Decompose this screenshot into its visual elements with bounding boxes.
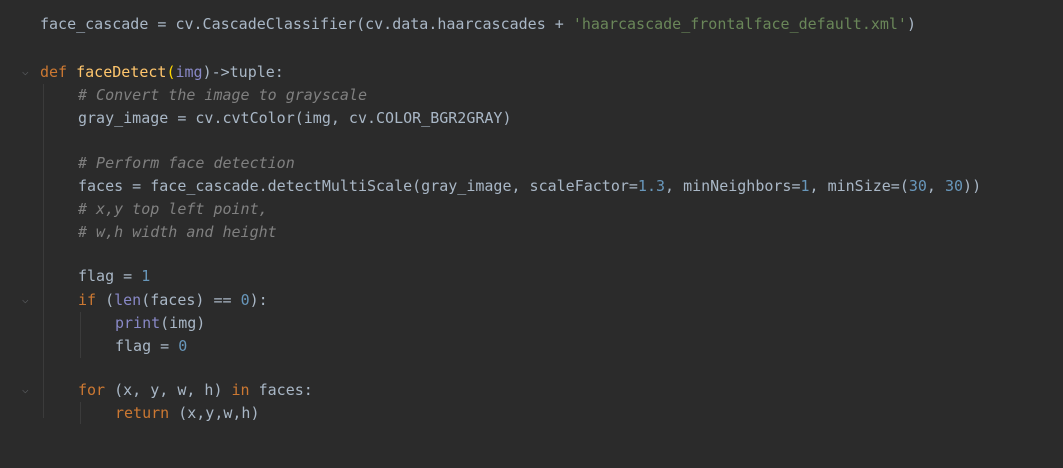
code-token: gray_image = cv.cvtColor(img, cv.COLOR_B… [78,109,512,127]
code-token: (faces) == [141,291,241,309]
code-token: ): [249,291,268,309]
code-line[interactable]: # Perform face detection [0,152,1063,174]
comment: # Convert the image to grayscale [78,86,367,104]
code-token: (x,y,w,h) [169,404,260,422]
code-token: )->tuple: [202,63,284,81]
code-token: flag = [115,337,179,355]
code-token: faces = face_cascade.detectMultiScale(gr… [78,177,638,195]
keyword: for [78,381,106,399]
code-line[interactable]: ⌵ for (x, y, w, h) in faces: [0,379,1063,401]
code-line[interactable]: ⌵ def faceDetect(img)->tuple: [0,61,1063,83]
number: 1 [141,267,151,285]
code-token: face_cascade = cv.CascadeClassifier(cv.d… [40,15,573,33]
keyword: if [78,291,97,309]
code-token: , minSize=( [809,177,909,195]
number: 1.3 [637,177,666,195]
code-line[interactable]: # w,h width and height [0,221,1063,243]
string-literal: 'haarcascade_frontalface_default.xml' [572,15,907,33]
code-line[interactable]: print(img) [0,312,1063,334]
fold-chevron-icon[interactable]: ⌵ [22,294,32,305]
code-token: , minNeighbors= [665,177,801,195]
code-token: )) [963,177,982,195]
code-token: ) [906,15,916,33]
fold-chevron-icon[interactable]: ⌵ [22,66,32,77]
keyword: def [40,63,68,81]
code-token: faces: [249,381,313,399]
code-line[interactable]: flag = 1 [0,265,1063,287]
code-token: flag = [78,267,142,285]
function-name: faceDetect [76,63,167,81]
number: 0 [240,291,250,309]
code-line[interactable]: ⌵ if (len(faces) == 0): [0,289,1063,311]
builtin: print [115,314,161,332]
code-token: (img) [160,314,206,332]
code-token: ( [96,291,115,309]
indent-guide [43,84,44,418]
comment: # w,h width and height [78,223,277,241]
code-token: , [926,177,945,195]
number: 1 [800,177,810,195]
code-line[interactable]: faces = face_cascade.detectMultiScale(gr… [0,175,1063,197]
parameter: img [175,63,203,81]
keyword: return [115,404,170,422]
code-editor[interactable]: face_cascade = cv.CascadeClassifier(cv.d… [0,0,1063,443]
code-line[interactable]: # Convert the image to grayscale [0,84,1063,106]
code-token: (x, y, w, h) [105,381,232,399]
code-line[interactable]: return (x,y,w,h) [0,402,1063,424]
number: 30 [944,177,964,195]
fold-chevron-icon[interactable]: ⌵ [22,384,32,395]
number: 30 [908,177,927,195]
builtin: len [114,291,142,309]
comment: # x,y top left point, [78,200,268,218]
number: 0 [178,337,188,355]
code-line[interactable]: # x,y top left point, [0,198,1063,220]
code-line[interactable]: gray_image = cv.cvtColor(img, cv.COLOR_B… [0,107,1063,129]
code-line[interactable]: face_cascade = cv.CascadeClassifier(cv.d… [0,13,1063,35]
code-line[interactable]: flag = 0 [0,335,1063,357]
comment: # Perform face detection [78,154,295,172]
keyword: in [231,381,250,399]
